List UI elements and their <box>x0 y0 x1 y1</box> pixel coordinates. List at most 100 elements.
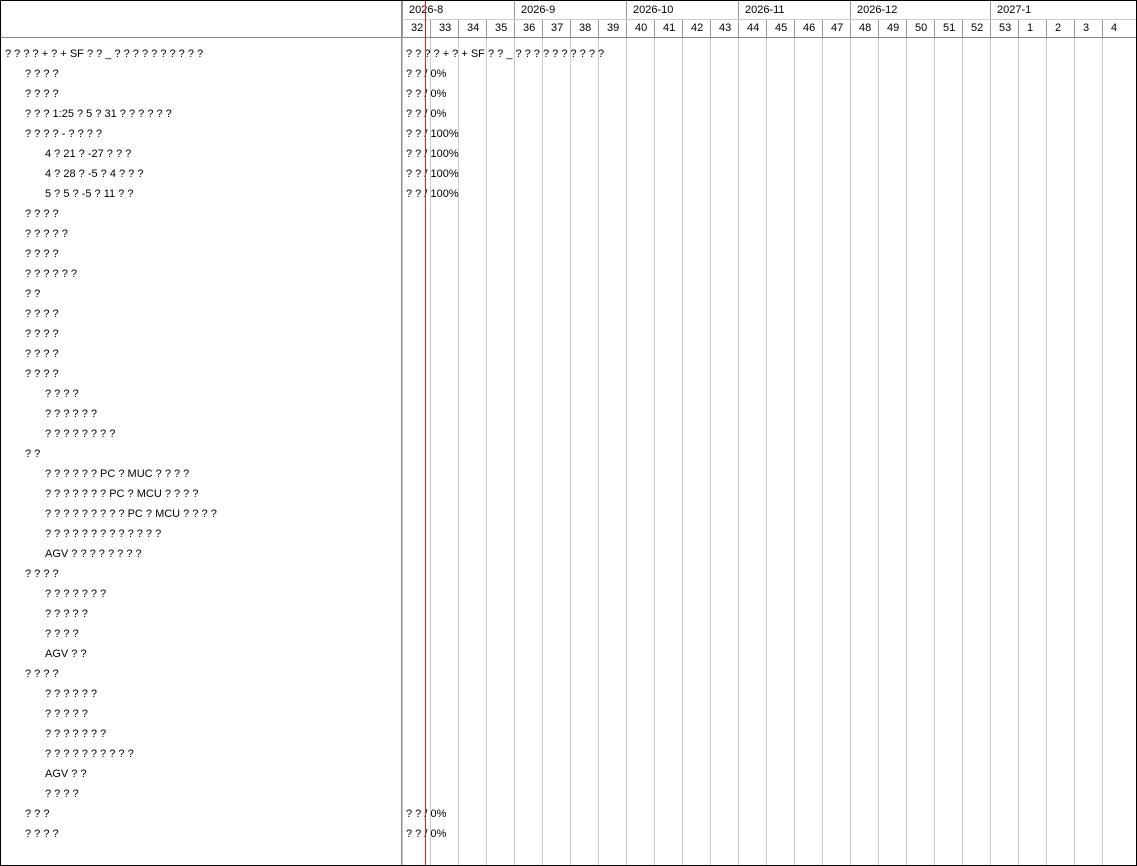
task-row[interactable]: ? ? ? ? - ? ? ? ? <box>1 124 102 144</box>
task-row[interactable]: ? ? ? ? <box>1 64 59 84</box>
task-row[interactable]: ? ? ? ? <box>1 824 59 844</box>
task-row[interactable]: 5 ? 5 ? -5 ? 11 ? ? <box>1 184 133 204</box>
task-row[interactable]: ? ? ? ? <box>1 784 79 804</box>
task-row[interactable]: ? ? ? ? <box>1 204 59 224</box>
task-row[interactable]: ? ? ? ? ? ? <box>1 404 97 424</box>
week-grid-line <box>1046 38 1047 865</box>
task-row[interactable]: ? ? ? ? <box>1 364 59 384</box>
week-header-cell: 41 <box>654 19 682 37</box>
task-bar-label: ? ? / 0% <box>406 808 447 820</box>
task-row[interactable]: ? ? ? ? ? ? ? ? ? ? <box>1 744 134 764</box>
week-grid-line <box>542 38 543 865</box>
week-header-cell: 47 <box>822 19 850 37</box>
task-bar-label: ? ? / 0% <box>406 108 447 120</box>
task-row[interactable]: ? ? ? ? ? ? ? ? ? ? ? ? ? <box>1 524 161 544</box>
task-row[interactable]: ? ? ? ? <box>1 384 79 404</box>
week-header-cell: 35 <box>486 19 514 37</box>
task-row[interactable]: ? ? ? ? <box>1 304 59 324</box>
week-header-cell: 50 <box>906 19 934 37</box>
month-header-cell: 2026-11 <box>738 1 850 19</box>
week-header-cell: 43 <box>710 19 738 37</box>
week-header-cell: 53 <box>990 19 1018 37</box>
task-row[interactable]: ? ? ? ? <box>1 324 59 344</box>
week-header-cell: 39 <box>598 19 626 37</box>
task-row[interactable]: AGV ? ? <box>1 764 87 784</box>
month-header-cell: 2026-8 <box>402 1 514 19</box>
task-row[interactable]: ? ? ? <box>1 804 49 824</box>
week-grid-line <box>1074 38 1075 865</box>
task-row[interactable]: ? ? ? ? + ? + SF ? ? _ ? ? ? ? ? ? ? ? ?… <box>1 44 203 64</box>
task-row[interactable]: ? ? <box>1 444 40 464</box>
week-grid-line <box>766 38 767 865</box>
task-bar-label: ? ? ? ? + ? + SF ? ? _ ? ? ? ? ? ? ? ? ?… <box>406 48 605 60</box>
month-header-cell: 2026-10 <box>626 1 738 19</box>
week-grid-line <box>1018 38 1019 865</box>
week-grid-line <box>402 38 403 865</box>
month-header-cell: 2027-1 <box>990 1 1102 19</box>
task-row[interactable]: ? ? ? ? ? ? ? <box>1 724 106 744</box>
task-bar-label: ? ? / 100% <box>406 168 459 180</box>
task-bar-label: ? ? / 100% <box>406 188 459 200</box>
week-header-cell: 48 <box>850 19 878 37</box>
week-header-cell: 51 <box>934 19 962 37</box>
week-header-cell: 2 <box>1046 19 1074 37</box>
task-bar-label: ? ? / 0% <box>406 68 447 80</box>
week-grid-line <box>598 38 599 865</box>
task-row[interactable]: ? ? ? ? <box>1 664 59 684</box>
task-row[interactable]: ? ? ? ? ? <box>1 704 88 724</box>
week-grid-line <box>850 38 851 865</box>
task-row[interactable]: ? ? ? ? <box>1 344 59 364</box>
week-grid-line <box>654 38 655 865</box>
week-grid-line <box>934 38 935 865</box>
week-grid-line <box>430 38 431 865</box>
task-row[interactable]: ? ? ? ? <box>1 84 59 104</box>
task-bar-label: ? ? / 100% <box>406 128 459 140</box>
week-header-cell: 33 <box>430 19 458 37</box>
task-row[interactable]: AGV ? ? <box>1 644 87 664</box>
task-row[interactable]: ? ? ? 1:25 ? 5 ? 31 ? ? ? ? ? ? <box>1 104 172 124</box>
task-bar-label: ? ? / 0% <box>406 88 447 100</box>
timeline-area: 2026-8 2026-9 2026-10 2026-11 2026-12 2027-1 … <box>402 1 1136 865</box>
task-row[interactable]: ? ? ? ? ? ? ? <box>1 584 106 604</box>
task-list-header <box>1 1 401 38</box>
task-row[interactable]: ? ? <box>1 284 40 304</box>
week-grid-line <box>682 38 683 865</box>
week-grid-line <box>1102 38 1103 865</box>
task-row[interactable]: ? ? ? ? ? ? PC ? MUC ? ? ? ? <box>1 464 189 484</box>
task-row[interactable]: ? ? ? ? <box>1 564 59 584</box>
week-grid-line <box>738 38 739 865</box>
task-bar-label: ? ? / 0% <box>406 828 447 840</box>
week-header-cell: 37 <box>542 19 570 37</box>
week-grid-line <box>626 38 627 865</box>
week-grid-line <box>990 38 991 865</box>
week-grid-line <box>822 38 823 865</box>
task-row[interactable]: 4 ? 28 ? -5 ? 4 ? ? ? <box>1 164 143 184</box>
month-header-cell: 2026-12 <box>850 1 990 19</box>
week-header-cell: 38 <box>570 19 598 37</box>
month-header-cell: 2026-9 <box>514 1 626 19</box>
task-row[interactable]: ? ? ? ? ? ? ? ? <box>1 424 115 444</box>
today-marker-line <box>425 1 426 865</box>
week-header-cell: 52 <box>962 19 990 37</box>
task-row[interactable]: 4 ? 21 ? -27 ? ? ? <box>1 144 131 164</box>
week-grid-line <box>486 38 487 865</box>
task-row[interactable]: AGV ? ? ? ? ? ? ? ? <box>1 544 142 564</box>
task-row[interactable]: ? ? ? ? ? ? ? PC ? MCU ? ? ? ? <box>1 484 198 504</box>
week-grid-line <box>878 38 879 865</box>
task-list-panel: ? ? ? ? + ? + SF ? ? _ ? ? ? ? ? ? ? ? ?… <box>1 1 402 865</box>
week-grid-line <box>794 38 795 865</box>
task-row[interactable]: ? ? ? ? ? ? <box>1 684 97 704</box>
week-header-cell: 40 <box>626 19 654 37</box>
task-row[interactable]: ? ? ? ? <box>1 624 79 644</box>
header-divider <box>402 37 1136 38</box>
week-grid-line <box>514 38 515 865</box>
task-row[interactable]: ? ? ? ? <box>1 244 59 264</box>
task-row[interactable]: ? ? ? ? ? <box>1 224 68 244</box>
task-row[interactable]: ? ? ? ? ? ? <box>1 264 77 284</box>
week-header-cell: 49 <box>878 19 906 37</box>
task-row[interactable]: ? ? ? ? ? <box>1 604 88 624</box>
task-bar-label: ? ? / 100% <box>406 148 459 160</box>
week-grid-line <box>710 38 711 865</box>
week-header-cell: 36 <box>514 19 542 37</box>
task-row[interactable]: ? ? ? ? ? ? ? ? ? PC ? MCU ? ? ? ? <box>1 504 217 524</box>
